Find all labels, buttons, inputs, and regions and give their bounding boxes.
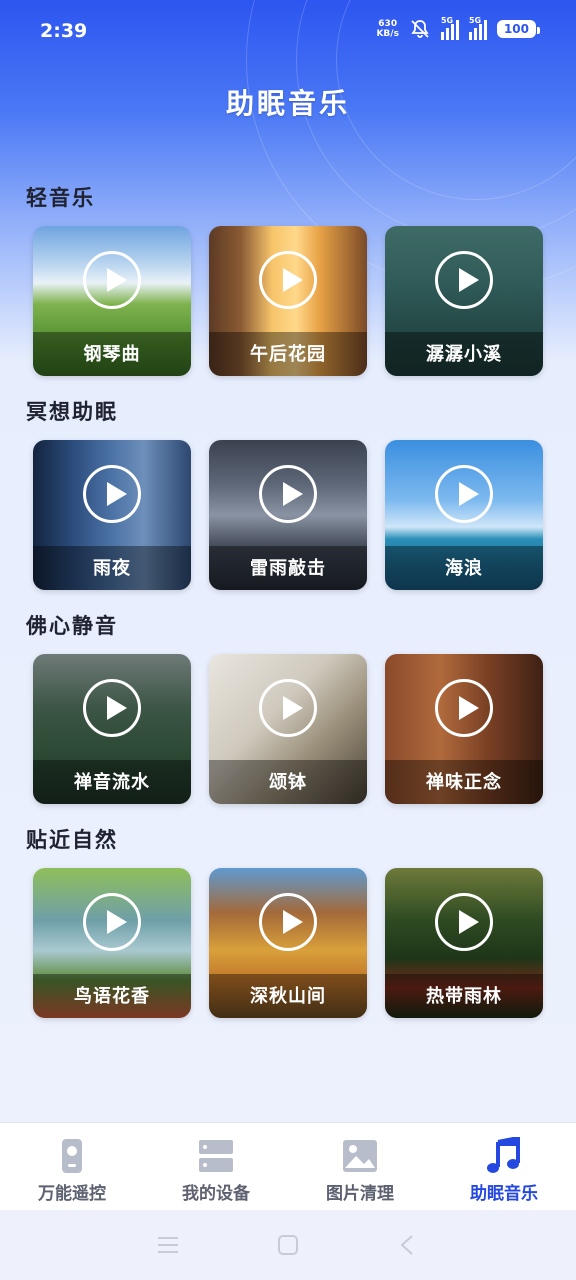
play-icon[interactable] — [435, 893, 493, 951]
play-icon[interactable] — [259, 251, 317, 309]
track-label: 潺潺小溪 — [426, 344, 502, 365]
image-icon — [343, 1140, 377, 1172]
play-icon[interactable] — [83, 465, 141, 523]
track-card[interactable]: 海浪 — [385, 440, 543, 590]
devices-icon — [199, 1140, 233, 1172]
signal-strength-icon: 5G — [468, 16, 487, 40]
track-label: 颂钵 — [269, 772, 307, 793]
track-label: 海浪 — [445, 558, 483, 579]
battery-indicator: 100 — [496, 20, 541, 38]
section-title-light-music: 轻音乐 — [26, 186, 95, 210]
status-bar: 2:39 630 KB/s 5G 5G 100 — [0, 0, 576, 64]
track-card[interactable]: 深秋山间 — [209, 868, 367, 1018]
track-label: 禅音流水 — [74, 772, 150, 793]
track-card[interactable]: 热带雨林 — [385, 868, 543, 1018]
play-icon[interactable] — [83, 251, 141, 309]
nav-item-sleep-music[interactable]: 助眠音乐 — [432, 1123, 576, 1211]
nav-item-devices[interactable]: 我的设备 — [144, 1123, 288, 1211]
track-card[interactable]: 钢琴曲 — [33, 226, 191, 376]
bottom-navigation: 万能遥控 我的设备 图片清理 助眠音乐 — [0, 1122, 576, 1210]
play-icon[interactable] — [435, 679, 493, 737]
track-card[interactable]: 潺潺小溪 — [385, 226, 543, 376]
section-title-buddhist-calm: 佛心静音 — [26, 614, 118, 638]
track-label: 鸟语花香 — [74, 986, 150, 1007]
signal-strength-icon: 5G — [440, 16, 459, 40]
track-label: 雨夜 — [93, 558, 131, 579]
nav-label: 万能遥控 — [38, 1184, 106, 1204]
track-card[interactable]: 雨夜 — [33, 440, 191, 590]
system-navigation-bar — [0, 1210, 576, 1280]
track-label: 雷雨敲击 — [250, 558, 326, 579]
status-time: 2:39 — [40, 20, 88, 42]
menu-icon[interactable] — [156, 1234, 180, 1256]
play-icon[interactable] — [435, 465, 493, 523]
track-label: 热带雨林 — [426, 986, 502, 1007]
network-speed: 630 KB/s — [376, 19, 399, 39]
section-title-meditation: 冥想助眠 — [26, 400, 118, 424]
track-label: 午后花园 — [250, 344, 326, 365]
play-icon[interactable] — [83, 679, 141, 737]
track-card[interactable]: 鸟语花香 — [33, 868, 191, 1018]
play-icon[interactable] — [83, 893, 141, 951]
remote-icon — [62, 1139, 82, 1173]
page-title: 助眠音乐 — [225, 87, 350, 120]
status-icons: 630 KB/s 5G 5G 100 — [376, 16, 541, 40]
play-icon[interactable] — [259, 893, 317, 951]
track-card[interactable]: 禅味正念 — [385, 654, 543, 804]
nav-item-remote[interactable]: 万能遥控 — [0, 1123, 144, 1211]
music-note-icon — [487, 1137, 520, 1173]
track-label: 钢琴曲 — [83, 344, 141, 365]
track-card[interactable]: 禅音流水 — [33, 654, 191, 804]
track-card[interactable]: 雷雨敲击 — [209, 440, 367, 590]
section-title-nature: 贴近自然 — [26, 828, 118, 852]
nav-item-image-cleanup[interactable]: 图片清理 — [288, 1123, 432, 1211]
nav-label: 我的设备 — [182, 1184, 250, 1204]
mute-bell-icon — [411, 20, 429, 38]
play-icon[interactable] — [435, 251, 493, 309]
nav-label: 图片清理 — [326, 1184, 394, 1204]
back-icon[interactable] — [398, 1234, 418, 1256]
track-card[interactable]: 午后花园 — [209, 226, 367, 376]
track-label: 禅味正念 — [426, 772, 502, 793]
track-card[interactable]: 颂钵 — [209, 654, 367, 804]
play-icon[interactable] — [259, 465, 317, 523]
nav-label: 助眠音乐 — [470, 1184, 538, 1204]
play-icon[interactable] — [259, 679, 317, 737]
track-label: 深秋山间 — [250, 986, 326, 1007]
home-icon[interactable] — [277, 1234, 299, 1256]
